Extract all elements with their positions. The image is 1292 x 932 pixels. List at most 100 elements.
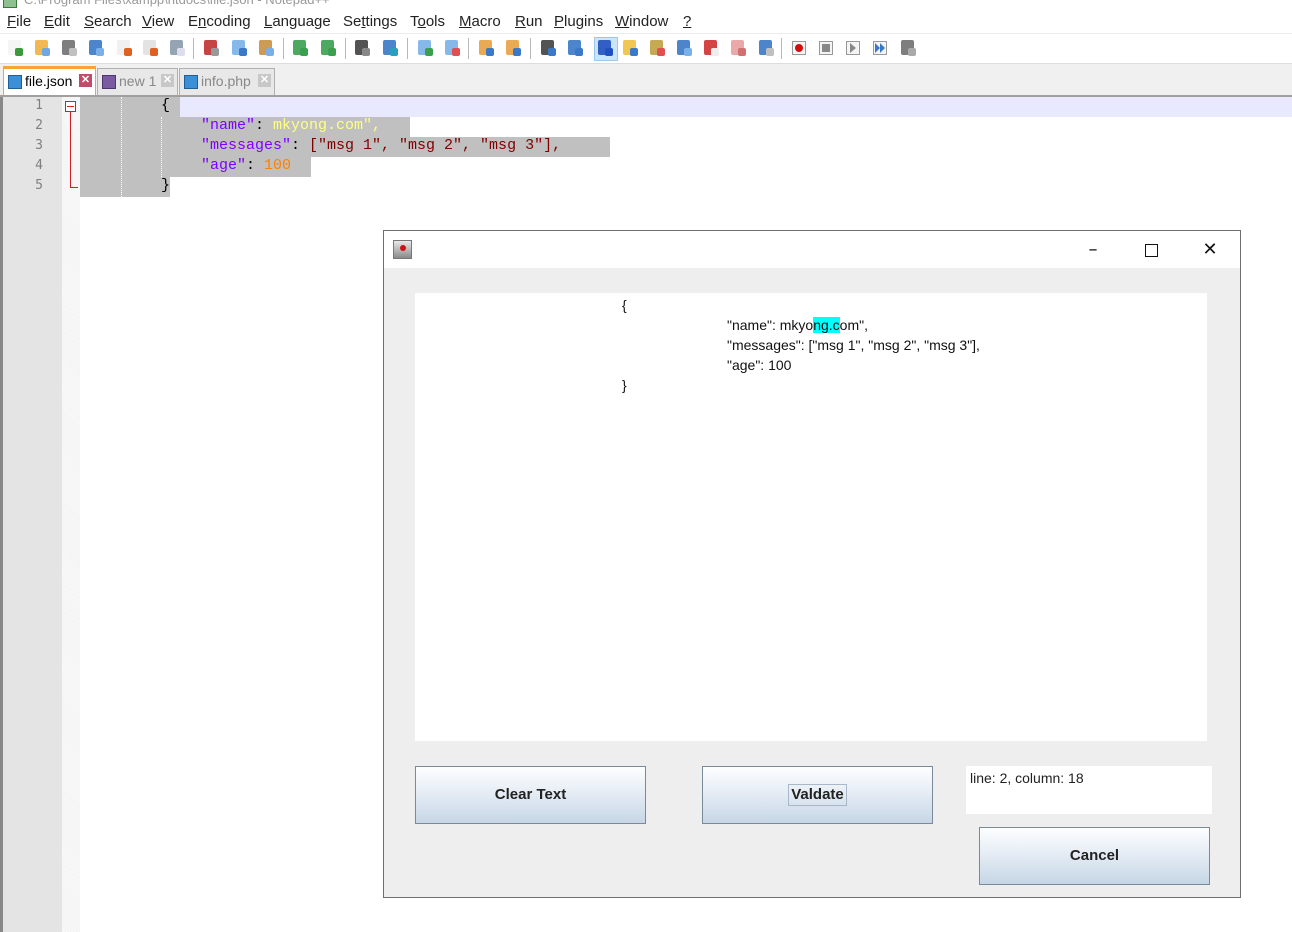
- menu-tools[interactable]: Tools: [410, 13, 445, 30]
- tab-info-php[interactable]: info.php ✕: [179, 68, 275, 95]
- line-number: 4: [35, 158, 43, 173]
- fold-collapse-icon[interactable]: [65, 101, 76, 112]
- menu-view[interactable]: View: [142, 13, 174, 30]
- tab-bar: file.json ✕ new 1 ✕ info.php ✕: [0, 63, 1292, 96]
- clear-text-label: Clear Text: [494, 786, 567, 803]
- dialog-title-bar[interactable]: – ✕: [384, 231, 1240, 268]
- menu-window[interactable]: Window: [615, 13, 668, 30]
- copy-icon[interactable]: [229, 38, 249, 58]
- validate-button[interactable]: Valdate: [702, 766, 933, 824]
- fold-line: [70, 112, 71, 188]
- menu-bar: File Edit Search View Encoding Language Settin…: [0, 10, 1292, 32]
- saved-file-icon: [184, 75, 198, 89]
- indent-guide: [121, 97, 122, 197]
- current-line-highlight: [80, 97, 1292, 117]
- paste-icon[interactable]: [256, 38, 276, 58]
- unsaved-file-icon: [102, 75, 116, 89]
- document-list-icon[interactable]: [674, 38, 694, 58]
- menu-run[interactable]: Run: [515, 13, 543, 30]
- tab-label: file.json: [25, 73, 73, 89]
- line-number: 3: [35, 138, 43, 153]
- menu-encoding[interactable]: Encoding: [188, 13, 251, 30]
- line-number: 5: [35, 178, 43, 193]
- tab-new-1[interactable]: new 1 ✕: [97, 68, 178, 95]
- close-icon[interactable]: [114, 38, 134, 58]
- text-line: "name": mkyong.com",: [727, 317, 868, 333]
- new-file-icon[interactable]: [5, 38, 25, 58]
- zoom-out-icon[interactable]: [442, 38, 462, 58]
- find-icon[interactable]: [352, 38, 372, 58]
- menu-search[interactable]: Search: [84, 13, 132, 30]
- macro-save-icon[interactable]: [898, 38, 918, 58]
- save-all-icon[interactable]: [86, 38, 106, 58]
- tab-label: new 1: [119, 73, 157, 89]
- fold-margin: [62, 97, 80, 932]
- macro-play-icon[interactable]: [843, 38, 863, 58]
- folder-as-workspace-icon[interactable]: [728, 38, 748, 58]
- sync-vertical-icon[interactable]: [476, 38, 496, 58]
- cut-icon[interactable]: [201, 38, 221, 58]
- line-number: 1: [35, 98, 43, 113]
- tab-label: info.php: [201, 73, 251, 89]
- menu-plugins[interactable]: Plugins: [554, 13, 603, 30]
- redo-icon[interactable]: [318, 38, 338, 58]
- toolbar: [0, 33, 1292, 63]
- selection: [80, 177, 170, 197]
- menu-language[interactable]: Language: [264, 13, 331, 30]
- toolbar-separator: [530, 38, 531, 59]
- close-tab-icon[interactable]: ✕: [258, 74, 271, 87]
- window-title: C:\Program Files\xampp\htdocs\file.json …: [24, 0, 330, 7]
- indent-guide-icon[interactable]: [594, 37, 618, 61]
- cancel-label: Cancel: [1069, 847, 1120, 864]
- validate-label: Valdate: [788, 784, 847, 806]
- close-all-icon[interactable]: [140, 38, 160, 58]
- document-map-icon[interactable]: [647, 38, 667, 58]
- udl-icon[interactable]: [620, 38, 640, 58]
- print-icon[interactable]: [167, 38, 187, 58]
- clear-text-button[interactable]: Clear Text: [415, 766, 646, 824]
- text-line: "age": 100: [727, 357, 792, 373]
- toolbar-separator: [781, 38, 782, 59]
- sync-horizontal-icon[interactable]: [503, 38, 523, 58]
- toolbar-separator: [345, 38, 346, 59]
- menu-macro[interactable]: Macro: [459, 13, 501, 30]
- json-text-area[interactable]: { "name": mkyong.com", "messages": ["msg…: [415, 293, 1207, 741]
- cursor-position-status: line: 2, column: 18: [966, 766, 1212, 814]
- macro-stop-icon[interactable]: [816, 38, 836, 58]
- app-icon: [3, 0, 17, 8]
- macro-run-multiple-icon[interactable]: [870, 38, 890, 58]
- minimize-button[interactable]: –: [1078, 237, 1108, 263]
- word-wrap-icon[interactable]: [538, 38, 558, 58]
- code-line-1: {: [161, 97, 171, 114]
- menu-help[interactable]: ?: [683, 13, 691, 30]
- text-line: "messages": ["msg 1", "msg 2", "msg 3"],: [727, 337, 980, 353]
- function-list-icon[interactable]: [701, 38, 721, 58]
- code-line-2: "name": mkyong.com",: [201, 117, 382, 134]
- line-number-gutter: 1 2 3 4 5: [0, 97, 62, 932]
- zoom-in-icon[interactable]: [415, 38, 435, 58]
- replace-icon[interactable]: [380, 38, 400, 58]
- java-app-icon: [393, 240, 412, 259]
- close-tab-icon[interactable]: ✕: [161, 74, 174, 87]
- line-number: 2: [35, 118, 43, 133]
- window-title-bar: C:\Program Files\xampp\htdocs\file.json …: [0, 0, 1292, 8]
- menu-file[interactable]: File: [7, 13, 31, 30]
- show-all-chars-icon[interactable]: [565, 38, 585, 58]
- indent-guide: [161, 117, 162, 177]
- text-line: }: [622, 377, 627, 393]
- menu-settings[interactable]: Settings: [343, 13, 397, 30]
- close-tab-icon[interactable]: ✕: [79, 74, 92, 87]
- json-validator-dialog: – ✕ { "name": mkyong.com", "messages": […: [383, 230, 1241, 898]
- cancel-button[interactable]: Cancel: [979, 827, 1210, 885]
- menu-edit[interactable]: Edit: [44, 13, 70, 30]
- code-line-4: "age": 100: [201, 157, 292, 174]
- monitoring-icon[interactable]: [756, 38, 776, 58]
- close-button[interactable]: ✕: [1195, 237, 1225, 263]
- undo-icon[interactable]: [290, 38, 310, 58]
- save-icon[interactable]: [59, 38, 79, 58]
- maximize-button[interactable]: [1136, 237, 1166, 263]
- macro-record-icon[interactable]: [789, 38, 809, 58]
- open-file-icon[interactable]: [32, 38, 52, 58]
- toolbar-separator: [407, 38, 408, 59]
- tab-file-json[interactable]: file.json ✕: [3, 66, 96, 95]
